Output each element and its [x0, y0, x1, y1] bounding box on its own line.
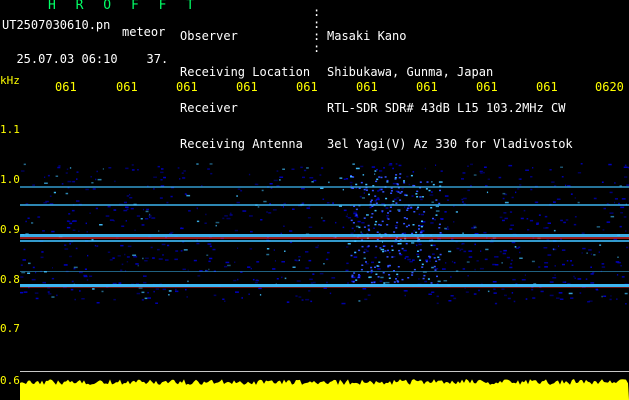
- noise-layer: [20, 163, 629, 305]
- app-title: H R O F F T: [48, 0, 201, 13]
- timestamp-datetime: 25.07.03 06:10: [16, 52, 118, 66]
- signal-band: [20, 284, 629, 287]
- y-tick-label: 1.1: [0, 123, 20, 136]
- signal-band: [20, 186, 629, 188]
- signal-band: [20, 287, 629, 288]
- header-colons: : : : :: [313, 5, 321, 55]
- y-tick-label: 1.0: [0, 173, 20, 186]
- x-tick-label: 061: [296, 80, 318, 94]
- timestamp: 25.07.03 06:10 37.: [2, 41, 168, 65]
- noise-floor-fill: [20, 379, 629, 400]
- x-tick-label: 0620: [595, 80, 624, 94]
- header-label-location: Receiving Location: [180, 65, 311, 79]
- signal-band: [20, 204, 629, 206]
- x-tick-label: 061: [416, 80, 438, 94]
- header-label-observer: Observer: [180, 29, 238, 43]
- header-value-location: Shibukawa, Gunma, Japan: [327, 65, 494, 79]
- timestamp-extra: 37.: [146, 52, 169, 66]
- signal-band: [20, 234, 629, 237]
- noise-floor-trace: [20, 379, 629, 400]
- y-tick-label: 0.8: [0, 273, 20, 286]
- signal-band: [20, 237, 629, 239]
- x-tick-label: 061: [356, 80, 378, 94]
- baseline-line: [20, 371, 629, 372]
- x-tick-label: 061: [236, 80, 258, 94]
- y-tick-label: 0.7: [0, 322, 20, 335]
- y-axis-unit: kHz: [0, 74, 20, 87]
- x-tick-label: 061: [176, 80, 198, 94]
- y-tick-label: 0.9: [0, 223, 20, 236]
- x-tick-label: 061: [55, 80, 77, 94]
- meteor-label: meteor: [122, 25, 166, 39]
- y-tick-label: 0.6: [0, 374, 20, 387]
- file-name: UT2507030610.pn: [2, 18, 111, 32]
- x-tick-label: 061: [116, 80, 138, 94]
- x-tick-label: 061: [536, 80, 558, 94]
- signal-band: [20, 271, 629, 272]
- header-value-observer: Masaki Kano: [327, 29, 407, 43]
- spectrogram: [20, 163, 629, 400]
- signal-bands: [20, 186, 629, 372]
- signal-band: [20, 240, 629, 242]
- x-tick-label: 061: [476, 80, 498, 94]
